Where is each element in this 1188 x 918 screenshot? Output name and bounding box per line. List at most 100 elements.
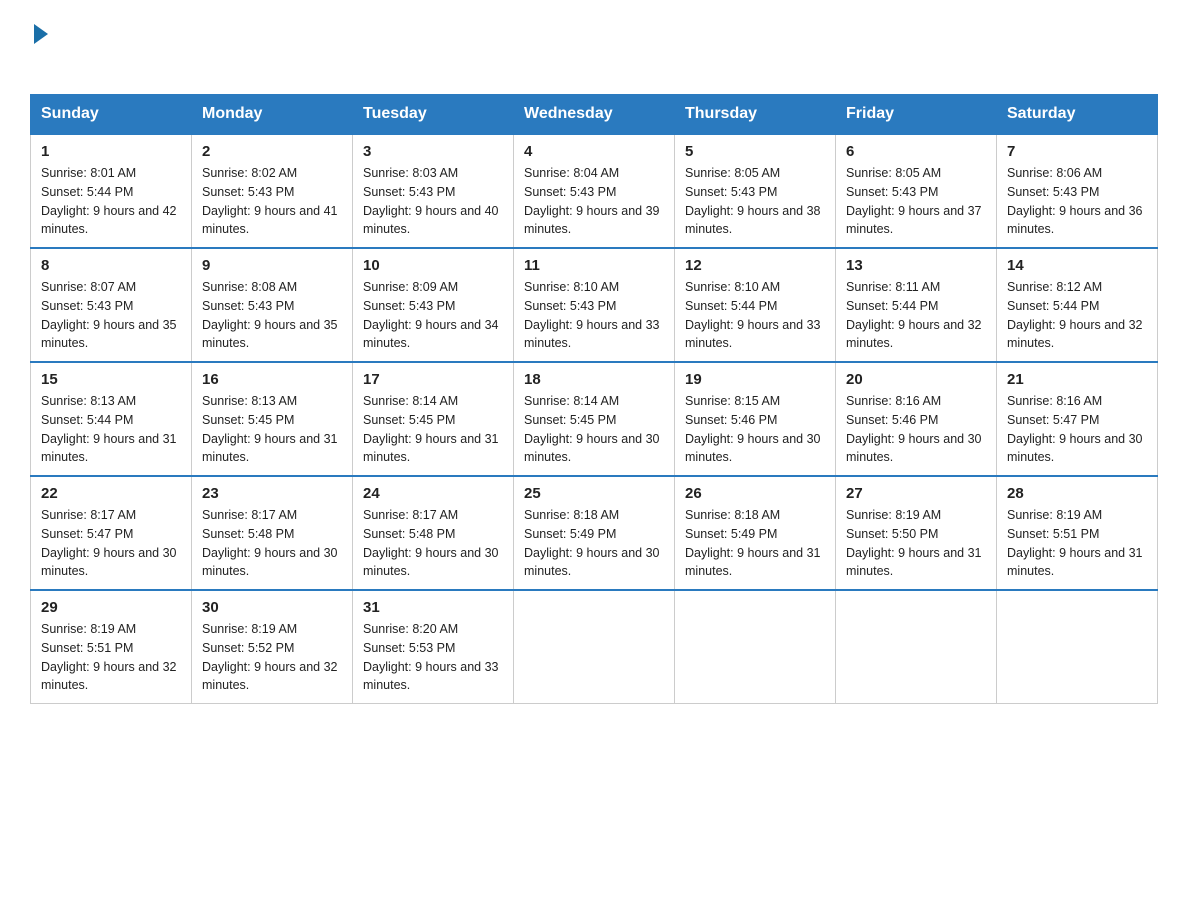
day-info: Sunrise: 8:17 AMSunset: 5:47 PMDaylight:… xyxy=(41,508,177,578)
day-number: 4 xyxy=(524,143,664,160)
logo: Genera xyxy=(30,20,131,74)
day-info: Sunrise: 8:09 AMSunset: 5:43 PMDaylight:… xyxy=(363,280,499,350)
calendar-cell: 19 Sunrise: 8:15 AMSunset: 5:46 PMDaylig… xyxy=(675,362,836,476)
calendar-week-row: 1 Sunrise: 8:01 AMSunset: 5:44 PMDayligh… xyxy=(31,134,1158,248)
calendar-cell: 13 Sunrise: 8:11 AMSunset: 5:44 PMDaylig… xyxy=(836,248,997,362)
day-number: 10 xyxy=(363,257,503,274)
day-number: 15 xyxy=(41,371,181,388)
day-info: Sunrise: 8:10 AMSunset: 5:43 PMDaylight:… xyxy=(524,280,660,350)
calendar-cell: 9 Sunrise: 8:08 AMSunset: 5:43 PMDayligh… xyxy=(192,248,353,362)
day-number: 5 xyxy=(685,143,825,160)
calendar-cell: 20 Sunrise: 8:16 AMSunset: 5:46 PMDaylig… xyxy=(836,362,997,476)
day-info: Sunrise: 8:16 AMSunset: 5:46 PMDaylight:… xyxy=(846,394,982,464)
day-number: 9 xyxy=(202,257,342,274)
day-number: 27 xyxy=(846,485,986,502)
calendar-cell: 25 Sunrise: 8:18 AMSunset: 5:49 PMDaylig… xyxy=(514,476,675,590)
day-info: Sunrise: 8:20 AMSunset: 5:53 PMDaylight:… xyxy=(363,622,499,692)
day-header-wednesday: Wednesday xyxy=(514,95,675,135)
calendar-week-row: 15 Sunrise: 8:13 AMSunset: 5:44 PMDaylig… xyxy=(31,362,1158,476)
day-info: Sunrise: 8:19 AMSunset: 5:50 PMDaylight:… xyxy=(846,508,982,578)
day-info: Sunrise: 8:19 AMSunset: 5:51 PMDaylight:… xyxy=(41,622,177,692)
day-info: Sunrise: 8:15 AMSunset: 5:46 PMDaylight:… xyxy=(685,394,821,464)
day-header-monday: Monday xyxy=(192,95,353,135)
day-info: Sunrise: 8:04 AMSunset: 5:43 PMDaylight:… xyxy=(524,166,660,236)
day-number: 13 xyxy=(846,257,986,274)
day-number: 16 xyxy=(202,371,342,388)
day-number: 31 xyxy=(363,599,503,616)
day-info: Sunrise: 8:05 AMSunset: 5:43 PMDaylight:… xyxy=(846,166,982,236)
day-number: 26 xyxy=(685,485,825,502)
day-info: Sunrise: 8:01 AMSunset: 5:44 PMDaylight:… xyxy=(41,166,177,236)
calendar-cell: 31 Sunrise: 8:20 AMSunset: 5:53 PMDaylig… xyxy=(353,590,514,704)
calendar-cell: 15 Sunrise: 8:13 AMSunset: 5:44 PMDaylig… xyxy=(31,362,192,476)
calendar-cell xyxy=(836,590,997,704)
day-header-tuesday: Tuesday xyxy=(353,95,514,135)
day-number: 3 xyxy=(363,143,503,160)
calendar-cell: 14 Sunrise: 8:12 AMSunset: 5:44 PMDaylig… xyxy=(997,248,1158,362)
day-info: Sunrise: 8:02 AMSunset: 5:43 PMDaylight:… xyxy=(202,166,338,236)
day-number: 18 xyxy=(524,371,664,388)
day-number: 30 xyxy=(202,599,342,616)
day-header-sunday: Sunday xyxy=(31,95,192,135)
day-info: Sunrise: 8:19 AMSunset: 5:52 PMDaylight:… xyxy=(202,622,338,692)
calendar-cell: 16 Sunrise: 8:13 AMSunset: 5:45 PMDaylig… xyxy=(192,362,353,476)
calendar-cell: 12 Sunrise: 8:10 AMSunset: 5:44 PMDaylig… xyxy=(675,248,836,362)
day-number: 6 xyxy=(846,143,986,160)
day-header-friday: Friday xyxy=(836,95,997,135)
day-info: Sunrise: 8:07 AMSunset: 5:43 PMDaylight:… xyxy=(41,280,177,350)
calendar-cell: 1 Sunrise: 8:01 AMSunset: 5:44 PMDayligh… xyxy=(31,134,192,248)
calendar-cell: 24 Sunrise: 8:17 AMSunset: 5:48 PMDaylig… xyxy=(353,476,514,590)
calendar-cell: 26 Sunrise: 8:18 AMSunset: 5:49 PMDaylig… xyxy=(675,476,836,590)
calendar-cell: 6 Sunrise: 8:05 AMSunset: 5:43 PMDayligh… xyxy=(836,134,997,248)
day-number: 22 xyxy=(41,485,181,502)
calendar-cell: 23 Sunrise: 8:17 AMSunset: 5:48 PMDaylig… xyxy=(192,476,353,590)
day-info: Sunrise: 8:11 AMSunset: 5:44 PMDaylight:… xyxy=(846,280,982,350)
day-info: Sunrise: 8:13 AMSunset: 5:44 PMDaylight:… xyxy=(41,394,177,464)
calendar-cell: 30 Sunrise: 8:19 AMSunset: 5:52 PMDaylig… xyxy=(192,590,353,704)
day-info: Sunrise: 8:19 AMSunset: 5:51 PMDaylight:… xyxy=(1007,508,1143,578)
calendar-week-row: 22 Sunrise: 8:17 AMSunset: 5:47 PMDaylig… xyxy=(31,476,1158,590)
day-number: 29 xyxy=(41,599,181,616)
day-number: 28 xyxy=(1007,485,1147,502)
day-info: Sunrise: 8:18 AMSunset: 5:49 PMDaylight:… xyxy=(685,508,821,578)
day-info: Sunrise: 8:08 AMSunset: 5:43 PMDaylight:… xyxy=(202,280,338,350)
day-number: 19 xyxy=(685,371,825,388)
day-info: Sunrise: 8:17 AMSunset: 5:48 PMDaylight:… xyxy=(202,508,338,578)
day-info: Sunrise: 8:05 AMSunset: 5:43 PMDaylight:… xyxy=(685,166,821,236)
calendar-cell: 18 Sunrise: 8:14 AMSunset: 5:45 PMDaylig… xyxy=(514,362,675,476)
day-number: 14 xyxy=(1007,257,1147,274)
calendar-cell: 4 Sunrise: 8:04 AMSunset: 5:43 PMDayligh… xyxy=(514,134,675,248)
day-number: 12 xyxy=(685,257,825,274)
calendar-cell: 21 Sunrise: 8:16 AMSunset: 5:47 PMDaylig… xyxy=(997,362,1158,476)
calendar-week-row: 29 Sunrise: 8:19 AMSunset: 5:51 PMDaylig… xyxy=(31,590,1158,704)
day-info: Sunrise: 8:14 AMSunset: 5:45 PMDaylight:… xyxy=(363,394,499,464)
day-number: 8 xyxy=(41,257,181,274)
day-info: Sunrise: 8:06 AMSunset: 5:43 PMDaylight:… xyxy=(1007,166,1143,236)
day-info: Sunrise: 8:14 AMSunset: 5:45 PMDaylight:… xyxy=(524,394,660,464)
calendar-table: SundayMondayTuesdayWednesdayThursdayFrid… xyxy=(30,94,1158,704)
day-info: Sunrise: 8:16 AMSunset: 5:47 PMDaylight:… xyxy=(1007,394,1143,464)
day-info: Sunrise: 8:10 AMSunset: 5:44 PMDaylight:… xyxy=(685,280,821,350)
calendar-cell: 17 Sunrise: 8:14 AMSunset: 5:45 PMDaylig… xyxy=(353,362,514,476)
calendar-cell: 22 Sunrise: 8:17 AMSunset: 5:47 PMDaylig… xyxy=(31,476,192,590)
calendar-cell: 5 Sunrise: 8:05 AMSunset: 5:43 PMDayligh… xyxy=(675,134,836,248)
calendar-cell: 8 Sunrise: 8:07 AMSunset: 5:43 PMDayligh… xyxy=(31,248,192,362)
day-number: 17 xyxy=(363,371,503,388)
calendar-cell: 28 Sunrise: 8:19 AMSunset: 5:51 PMDaylig… xyxy=(997,476,1158,590)
day-number: 1 xyxy=(41,143,181,160)
calendar-cell xyxy=(997,590,1158,704)
calendar-cell xyxy=(675,590,836,704)
day-number: 2 xyxy=(202,143,342,160)
day-info: Sunrise: 8:03 AMSunset: 5:43 PMDaylight:… xyxy=(363,166,499,236)
calendar-cell: 11 Sunrise: 8:10 AMSunset: 5:43 PMDaylig… xyxy=(514,248,675,362)
calendar-cell: 10 Sunrise: 8:09 AMSunset: 5:43 PMDaylig… xyxy=(353,248,514,362)
calendar-cell xyxy=(514,590,675,704)
logo-arrow-icon xyxy=(34,24,48,44)
calendar-cell: 29 Sunrise: 8:19 AMSunset: 5:51 PMDaylig… xyxy=(31,590,192,704)
calendar-cell: 2 Sunrise: 8:02 AMSunset: 5:43 PMDayligh… xyxy=(192,134,353,248)
day-info: Sunrise: 8:18 AMSunset: 5:49 PMDaylight:… xyxy=(524,508,660,578)
calendar-cell: 3 Sunrise: 8:03 AMSunset: 5:43 PMDayligh… xyxy=(353,134,514,248)
day-number: 25 xyxy=(524,485,664,502)
day-info: Sunrise: 8:13 AMSunset: 5:45 PMDaylight:… xyxy=(202,394,338,464)
day-number: 20 xyxy=(846,371,986,388)
